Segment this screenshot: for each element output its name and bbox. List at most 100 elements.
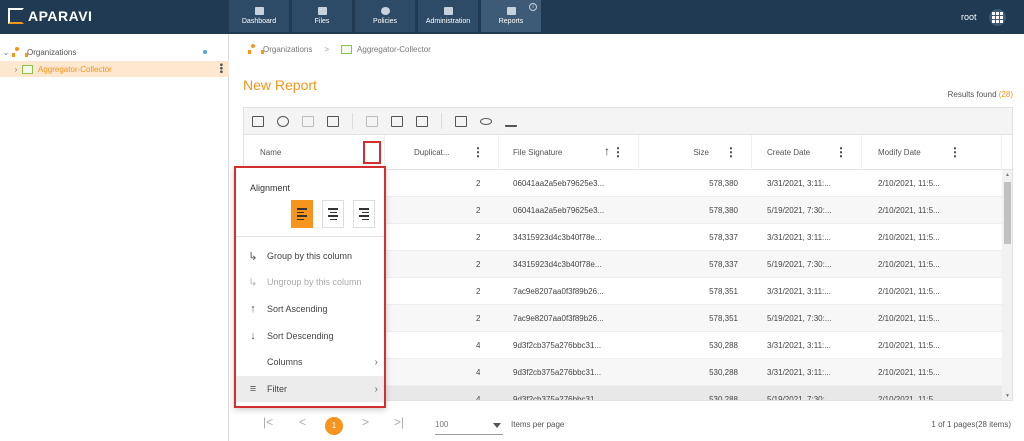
group-icon: ↳	[248, 250, 258, 263]
nav-files[interactable]: Files	[292, 0, 352, 32]
items-per-page-label: Items per page	[511, 420, 565, 429]
sort-ascending-icon[interactable]: ↑	[604, 144, 610, 158]
user-name[interactable]: root	[961, 12, 977, 22]
nav-dashboard[interactable]: Dashboard	[229, 0, 289, 32]
column-header-create-date[interactable]: Create Date ⋮	[752, 135, 862, 170]
more-options-icon[interactable]: •••	[215, 63, 226, 74]
collector-icon	[22, 64, 33, 74]
column-menu-icon[interactable]: ⋮	[472, 146, 484, 158]
print-icon[interactable]	[455, 115, 467, 127]
breadcrumb-organizations[interactable]: Organizations	[263, 45, 312, 54]
save-as-icon[interactable]	[327, 115, 339, 127]
dashboard-icon	[254, 7, 264, 15]
nav-label: Policies	[372, 18, 398, 25]
tree-item-aggregator-collector[interactable]: › Aggregator-Collector •••	[0, 61, 229, 77]
arrow-down-icon: ↓	[250, 330, 256, 342]
nav-policies[interactable]: Policies	[355, 0, 415, 32]
vertical-scrollbar[interactable]: ▲ ▼	[1002, 170, 1012, 400]
page-size-select[interactable]: 100	[435, 417, 503, 435]
report-icon	[506, 7, 516, 15]
nav-reports[interactable]: Reports i	[481, 0, 541, 32]
menu-item-label: Filter	[267, 384, 287, 394]
page-info: 1 of 1 pages(28 items)	[931, 420, 1011, 429]
users-icon	[443, 7, 453, 15]
align-left-button[interactable]	[291, 200, 313, 228]
cell-size: 530,288	[709, 341, 738, 350]
cell-modify-date: 2/10/2021, 11:5...	[878, 233, 940, 242]
info-icon[interactable]: i	[529, 3, 537, 11]
column-header-duplicates[interactable]: Duplicat... ⋮	[385, 135, 499, 170]
column-label: Duplicat...	[414, 148, 450, 157]
refresh-icon[interactable]	[277, 115, 289, 127]
cell-file-signature: 9d3f2cb375a276bbc31...	[513, 368, 602, 377]
menu-item-sort-ascending[interactable]: ↑ Sort Ascending	[236, 296, 384, 322]
alignment-label: Alignment	[250, 183, 291, 193]
column-menu-icon[interactable]: ⋮	[835, 146, 847, 158]
column-header-file-signature[interactable]: File Signature ↑ ⋮	[499, 135, 639, 170]
cell-modify-date: 2/10/2021, 11:5...	[878, 341, 940, 350]
save-icon[interactable]	[302, 115, 314, 127]
breadcrumb-aggregator-collector[interactable]: Aggregator-Collector	[357, 45, 431, 54]
cell-file-signature: 34315923d4c3b40f78e...	[513, 260, 602, 269]
cell-size: 578,380	[709, 206, 738, 215]
duplicate-icon[interactable]	[416, 115, 428, 127]
align-right-button[interactable]	[353, 200, 375, 228]
align-center-button[interactable]	[322, 200, 344, 228]
cell-create-date: 5/19/2021, 7:30:...	[767, 395, 832, 400]
status-dot	[203, 50, 207, 54]
tree-item-organizations[interactable]: ⌄ Organizations	[0, 44, 229, 60]
cell-duplicates: 4	[476, 341, 481, 350]
cell-modify-date: 2/10/2021, 11:5...	[878, 260, 940, 269]
nav-administration[interactable]: Administration	[418, 0, 478, 32]
column-header-modify-date[interactable]: Modify Date ⋮	[862, 135, 1002, 170]
organization-icon	[248, 44, 264, 54]
current-page[interactable]: 1	[325, 417, 343, 435]
scroll-up-icon[interactable]: ▲	[1005, 172, 1010, 178]
scroll-down-icon[interactable]: ▼	[1005, 393, 1010, 399]
cell-modify-date: 2/10/2021, 11:5...	[878, 287, 940, 296]
highlight-box	[363, 141, 381, 164]
nav-label: Files	[314, 18, 330, 25]
column-menu-icon[interactable]: ⋮	[612, 146, 624, 158]
apps-grid-icon[interactable]	[989, 9, 1006, 26]
nav-label: Dashboard	[241, 18, 277, 25]
cell-modify-date: 2/10/2021, 11:5...	[878, 314, 940, 323]
first-page-icon[interactable]: |<	[263, 415, 273, 429]
cell-file-signature: 34315923d4c3b40f78e...	[513, 233, 602, 242]
column-menu-icon[interactable]: ⋮	[949, 146, 961, 158]
menu-item-group[interactable]: ↳ Group by this column	[236, 243, 384, 269]
column-header-size[interactable]: Size ⋮	[639, 135, 752, 170]
cell-create-date: 5/19/2021, 7:30:...	[767, 206, 832, 215]
menu-item-label: Group by this column	[267, 251, 353, 261]
column-menu-icon[interactable]: ⋮	[725, 146, 737, 158]
results-label: Results found	[947, 90, 997, 99]
menu-item-sort-descending[interactable]: ↓ Sort Descending	[236, 323, 384, 349]
cell-file-signature: 06041aa2a5eb79625e3...	[513, 179, 605, 188]
scrollbar-thumb[interactable]	[1004, 182, 1011, 244]
table-icon[interactable]	[252, 115, 264, 127]
cell-size: 578,337	[709, 260, 738, 269]
last-page-icon[interactable]: >|	[394, 415, 404, 429]
menu-item-filter[interactable]: ≡ Filter ›	[236, 376, 384, 402]
download-icon[interactable]	[505, 116, 517, 127]
cell-modify-date: 2/10/2021, 11:5...	[878, 368, 940, 377]
copy-icon[interactable]	[391, 115, 403, 127]
cell-create-date: 3/31/2021, 3:11:...	[767, 233, 831, 242]
logo[interactable]: APARAVI	[8, 8, 92, 24]
cell-modify-date: 2/10/2021, 11:5...	[878, 179, 940, 188]
chevron-right-icon[interactable]: ›	[0, 65, 22, 74]
tree-item-label: Organizations	[27, 47, 77, 57]
menu-item-columns[interactable]: Columns ›	[236, 349, 384, 375]
organization-icon	[12, 47, 28, 57]
grid-icon[interactable]	[366, 115, 378, 127]
previous-page-icon[interactable]: <	[299, 415, 306, 429]
chevron-down-icon[interactable]: ⌄	[0, 48, 12, 57]
menu-divider	[236, 236, 384, 237]
ungroup-icon: ↳	[248, 276, 258, 289]
cell-size: 530,288	[709, 395, 738, 400]
breadcrumb-separator: >	[324, 44, 330, 54]
collector-icon	[341, 44, 353, 54]
next-page-icon[interactable]: >	[362, 415, 369, 429]
link-icon[interactable]	[480, 117, 492, 125]
cell-duplicates: 2	[476, 233, 481, 242]
